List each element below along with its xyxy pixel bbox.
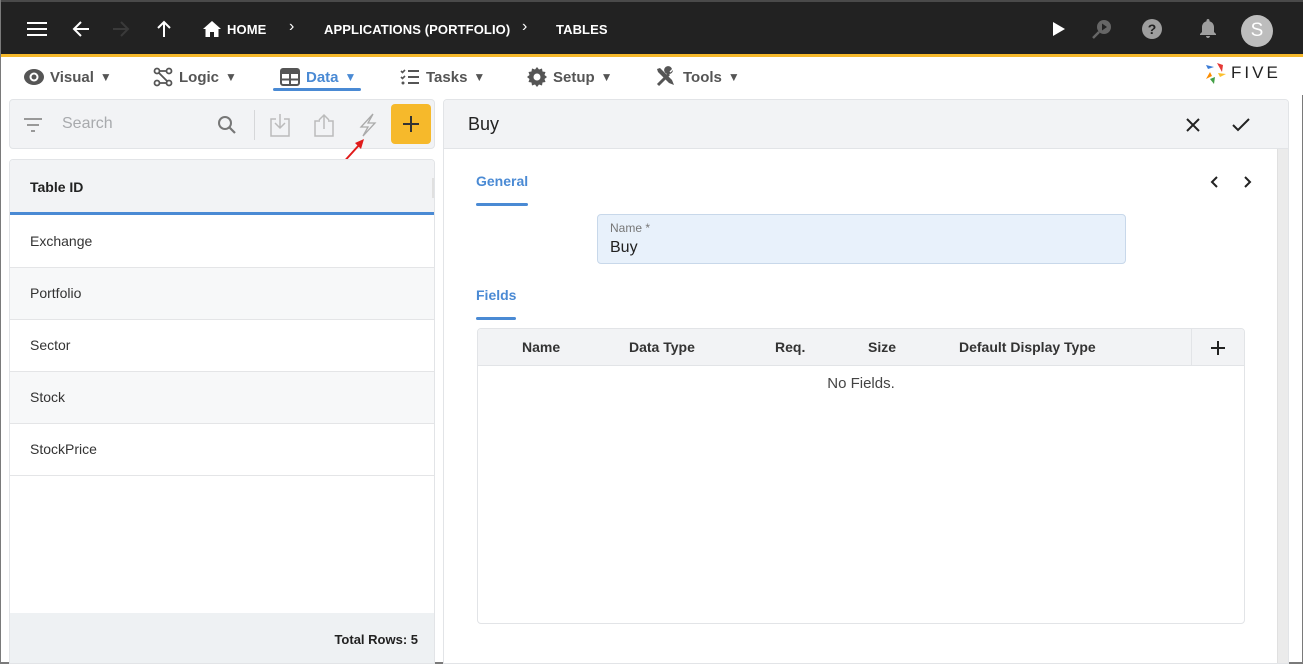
- eye-icon: [24, 69, 44, 85]
- dropdown-arrow-icon: ▼: [600, 70, 613, 84]
- menu-tasks[interactable]: Tasks ▼: [400, 63, 485, 91]
- column-header-required[interactable]: Req.: [775, 339, 805, 355]
- column-header-size[interactable]: Size: [868, 339, 896, 355]
- table-row[interactable]: Stock: [10, 372, 434, 424]
- import-icon[interactable]: [267, 112, 293, 138]
- chevron-right-icon: ›: [289, 18, 295, 35]
- search-icon[interactable]: [214, 112, 240, 138]
- add-record-button[interactable]: [391, 104, 431, 144]
- column-header-name[interactable]: Name: [522, 339, 560, 355]
- five-logo-icon: [1206, 63, 1226, 84]
- menu-setup-label: Setup: [553, 68, 595, 86]
- menu-data-label: Data: [306, 68, 339, 86]
- hamburger-menu-icon[interactable]: [24, 16, 50, 42]
- search-input[interactable]: Search: [62, 115, 113, 133]
- fields-table-header: Name Data Type Req. Size Default Display…: [478, 329, 1244, 366]
- breadcrumb-home[interactable]: HOME: [227, 22, 266, 37]
- forward-arrow-icon[interactable]: [108, 16, 134, 42]
- add-field-button[interactable]: [1191, 329, 1244, 366]
- home-icon[interactable]: [199, 16, 225, 42]
- avatar[interactable]: S: [1241, 15, 1273, 47]
- table-row[interactable]: Exchange: [10, 216, 434, 268]
- top-bar: HOME › APPLICATIONS (PORTFOLIO) › TABLES…: [1, 0, 1303, 54]
- dropdown-arrow-icon: ▼: [99, 70, 112, 84]
- column-resize-handle[interactable]: [432, 178, 434, 198]
- breadcrumb-applications[interactable]: APPLICATIONS (PORTFOLIO): [324, 22, 510, 37]
- form-title: Buy: [468, 114, 500, 134]
- name-field[interactable]: Name * Buy: [597, 214, 1126, 264]
- next-arrow-icon[interactable]: [1238, 172, 1258, 192]
- empty-message: No Fields.: [827, 375, 895, 392]
- active-tab-indicator: [476, 317, 516, 320]
- export-icon[interactable]: [311, 112, 337, 138]
- menu-tasks-label: Tasks: [426, 68, 468, 86]
- tab-general[interactable]: General: [476, 173, 528, 189]
- check-icon[interactable]: [1228, 112, 1254, 138]
- table-icon: [280, 68, 300, 86]
- chevron-right-icon: ›: [522, 18, 528, 35]
- row-label: Sector: [30, 337, 71, 353]
- menu-tools[interactable]: Tools ▼: [655, 63, 740, 91]
- table-row[interactable]: Portfolio: [10, 268, 434, 320]
- table-row[interactable]: Sector: [10, 320, 434, 372]
- tab-fields[interactable]: Fields: [476, 287, 516, 303]
- active-tab-indicator: [476, 203, 528, 206]
- dropdown-arrow-icon: ▼: [473, 70, 486, 84]
- filter-icon[interactable]: [20, 112, 46, 138]
- tasks-icon: [400, 69, 419, 85]
- menu-data[interactable]: Data ▼: [280, 63, 356, 91]
- menu-tools-label: Tools: [683, 68, 722, 86]
- active-menu-indicator: [273, 88, 361, 91]
- gear-icon: [527, 67, 547, 87]
- form-header: Buy: [444, 100, 1288, 149]
- up-arrow-icon[interactable]: [151, 16, 177, 42]
- column-header-label: Table ID: [30, 179, 84, 195]
- logic-icon: [153, 67, 173, 87]
- play-icon[interactable]: [1046, 16, 1072, 42]
- dropdown-arrow-icon: ▼: [344, 70, 357, 84]
- tools-icon: [656, 66, 674, 87]
- tables-list: Table ID Exchange Portfolio Sector Stock…: [9, 159, 435, 664]
- previous-arrow-icon[interactable]: [1204, 172, 1224, 192]
- menu-logic-label: Logic: [179, 68, 219, 86]
- menu-logic[interactable]: Logic ▼: [153, 63, 237, 91]
- menu-bar: Visual ▼ Logic ▼ Data ▼ Tasks ▼ Setup ▼ …: [1, 57, 1303, 95]
- form-scrollbar[interactable]: [1277, 149, 1288, 663]
- breadcrumb-tables[interactable]: TABLES: [556, 22, 608, 37]
- toolbar-divider: [254, 110, 255, 140]
- bell-icon[interactable]: [1195, 16, 1221, 42]
- row-label: StockPrice: [30, 441, 97, 457]
- total-rows: Total Rows: 5: [334, 632, 418, 647]
- row-label: Exchange: [30, 233, 93, 249]
- plus-icon: [1211, 340, 1225, 355]
- column-header-table-id[interactable]: Table ID: [10, 160, 434, 215]
- back-arrow-icon[interactable]: [68, 16, 94, 42]
- column-header-data-type[interactable]: Data Type: [629, 339, 695, 355]
- table-row[interactable]: StockPrice: [10, 424, 434, 476]
- record-form: Buy General Name * Buy Fields Name Data …: [443, 99, 1289, 664]
- menu-setup[interactable]: Setup ▼: [527, 63, 613, 91]
- dropdown-arrow-icon: ▼: [225, 70, 237, 84]
- help-icon[interactable]: ?: [1139, 16, 1165, 42]
- row-label: Stock: [30, 389, 66, 405]
- menu-visual[interactable]: Visual ▼: [24, 63, 112, 91]
- lightning-icon[interactable]: [355, 112, 381, 138]
- row-label: Portfolio: [30, 285, 82, 301]
- five-logo: FIVE: [1203, 61, 1281, 85]
- svg-text:?: ?: [1148, 21, 1157, 37]
- dropdown-arrow-icon: ▼: [727, 70, 740, 84]
- search-play-icon[interactable]: [1089, 16, 1115, 42]
- plus-icon: [403, 116, 419, 132]
- list-toolbar: Search: [9, 99, 435, 149]
- close-icon[interactable]: [1180, 112, 1206, 138]
- fields-table: Name Data Type Req. Size Default Display…: [477, 328, 1245, 624]
- name-field-label: Name *: [610, 221, 651, 235]
- column-header-default-display-type[interactable]: Default Display Type: [959, 339, 1096, 355]
- list-footer: Total Rows: 5: [10, 613, 434, 663]
- menu-visual-label: Visual: [50, 68, 94, 86]
- five-logo-text: FIVE: [1231, 63, 1281, 82]
- name-field-value[interactable]: Buy: [610, 239, 638, 257]
